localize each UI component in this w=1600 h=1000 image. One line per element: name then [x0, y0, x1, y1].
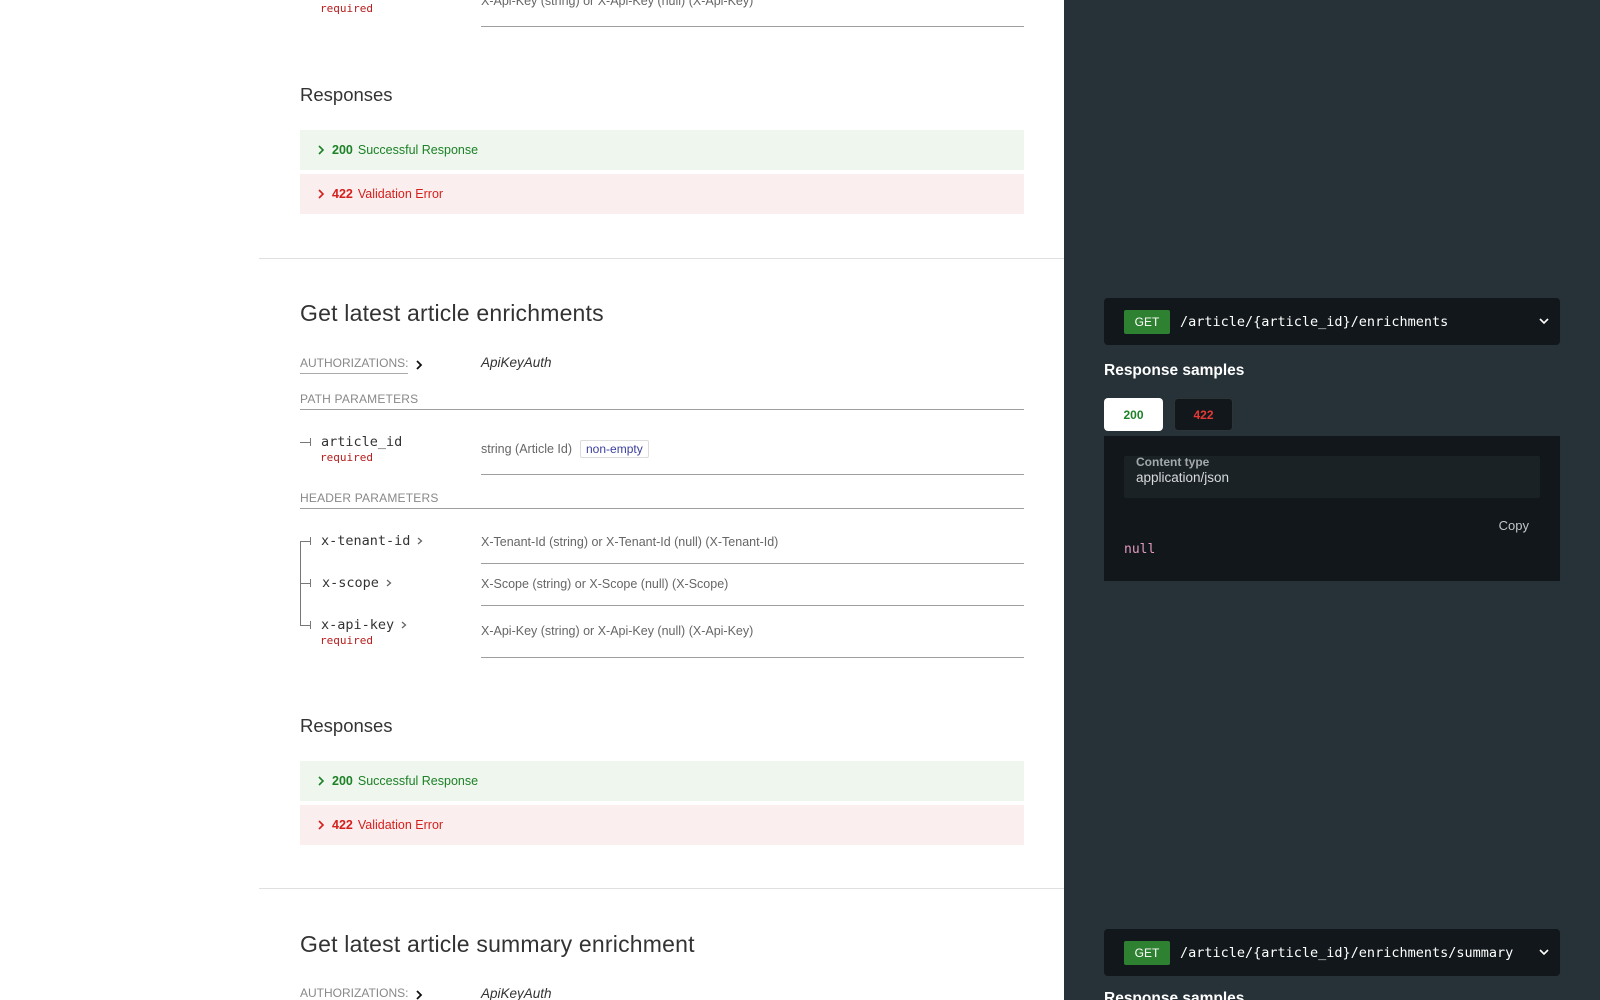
tree-connector — [300, 542, 301, 626]
required-label: required — [320, 2, 373, 15]
param-divider — [481, 474, 1024, 475]
responses-heading: Responses — [300, 84, 393, 105]
chevron-down-icon — [1538, 314, 1550, 332]
tree-connector — [310, 579, 311, 587]
endpoint-selector[interactable]: GET /article/{article_id}/enrichments/su… — [1104, 929, 1560, 976]
endpoint-selector[interactable]: GET /article/{article_id}/enrichments — [1104, 298, 1560, 345]
auth-scheme: ApiKeyAuth — [481, 355, 552, 370]
chevron-right-icon — [316, 774, 330, 788]
section-divider — [259, 888, 1064, 889]
param-name: article_id — [321, 434, 403, 450]
copy-button[interactable]: Copy — [1499, 518, 1529, 533]
operation-title: Get latest article summary enrichment — [300, 931, 695, 957]
tree-connector — [310, 537, 311, 545]
tree-connector — [300, 442, 310, 443]
param-description: X-Tenant-Id (string) or X-Tenant-Id (nul… — [481, 535, 779, 549]
responses-heading: Responses — [300, 715, 393, 736]
response-200-toggle[interactable]: 200 Successful Response — [300, 761, 1024, 801]
response-samples-title: Response samples — [1104, 362, 1245, 379]
required-label: required — [320, 634, 373, 647]
path-params-label: PATH PARAMETERS — [300, 392, 419, 406]
param-name: x-tenant-id — [321, 533, 411, 549]
response-label: Successful Response — [357, 774, 479, 788]
constraint-badge: non-empty — [580, 440, 649, 458]
chevron-right-icon — [316, 143, 330, 157]
authorizations-toggle[interactable]: AUTHORIZATIONS: — [300, 986, 424, 1000]
chevron-right-icon — [400, 620, 408, 630]
param-divider — [481, 605, 1024, 606]
chevron-right-icon — [316, 818, 330, 832]
content-type-select[interactable]: Content type application/json — [1124, 455, 1540, 498]
response-code: 200 — [332, 143, 353, 157]
param-x-scope-toggle[interactable]: x-scope — [322, 575, 393, 591]
chevron-right-icon — [414, 359, 424, 371]
section-divider — [259, 258, 1064, 259]
param-divider — [481, 26, 1024, 27]
response-label: Successful Response — [357, 143, 479, 157]
chevron-right-icon — [385, 578, 393, 588]
content-type-value: application/json — [1136, 470, 1230, 485]
chevron-right-icon — [316, 187, 330, 201]
authorizations-label: AUTHORIZATIONS: — [300, 986, 408, 1000]
authorizations-toggle[interactable]: AUTHORIZATIONS: — [300, 356, 424, 374]
param-type: string (Article Id) — [481, 442, 572, 456]
section-underline — [300, 409, 1024, 410]
param-description: X-Api-Key (string) or X-Api-Key (null) (… — [481, 0, 754, 8]
authorizations-label: AUTHORIZATIONS: — [300, 356, 409, 374]
operation-title: Get latest article enrichments — [300, 300, 604, 326]
endpoint-path: /article/{article_id}/enrichments — [1180, 313, 1449, 330]
param-description: X-Scope (string) or X-Scope (null) (X-Sc… — [481, 577, 729, 591]
param-divider — [481, 657, 1024, 658]
param-x-api-key-toggle[interactable]: x-api-key — [321, 617, 408, 633]
response-422-toggle[interactable]: 422 Validation Error — [300, 805, 1024, 845]
param-type-row: string (Article Id) non-empty — [481, 440, 649, 458]
param-name: x-scope — [322, 575, 379, 591]
http-method-badge: GET — [1124, 309, 1170, 334]
response-samples-title: Response samples — [1104, 990, 1245, 1000]
endpoint-path: /article/{article_id}/enrichments/summar… — [1180, 944, 1514, 961]
response-code: 422 — [332, 818, 353, 832]
sample-tab-422[interactable]: 422 — [1174, 398, 1233, 431]
param-name: x-api-key — [321, 617, 395, 633]
tree-connector — [300, 541, 310, 542]
http-method-badge: GET — [1124, 940, 1170, 965]
tree-connector — [310, 621, 311, 629]
section-underline — [300, 508, 1024, 509]
tree-connector — [310, 438, 311, 446]
param-x-tenant-id-toggle[interactable]: x-tenant-id — [321, 533, 424, 549]
response-label: Validation Error — [357, 187, 444, 201]
param-description: X-Api-Key (string) or X-Api-Key (null) (… — [481, 624, 754, 638]
auth-scheme: ApiKeyAuth — [481, 986, 552, 1000]
required-label: required — [320, 451, 373, 464]
param-divider — [481, 563, 1024, 564]
content-type-label: Content type — [1136, 455, 1210, 469]
tree-connector — [300, 625, 310, 626]
tree-connector — [300, 583, 310, 584]
response-422-toggle[interactable]: 422 Validation Error — [300, 174, 1024, 214]
response-code: 422 — [332, 187, 353, 201]
response-200-toggle[interactable]: 200 Successful Response — [300, 130, 1024, 170]
header-params-label: HEADER PARAMETERS — [300, 491, 439, 505]
chevron-right-icon — [416, 536, 424, 546]
response-code: 200 — [332, 774, 353, 788]
sample-json: null — [1124, 542, 1156, 557]
chevron-right-icon — [414, 989, 424, 1000]
sample-tab-200[interactable]: 200 — [1104, 398, 1163, 431]
response-sample-box: Content type application/json Copy null — [1104, 436, 1560, 581]
response-label: Validation Error — [357, 818, 444, 832]
chevron-down-icon — [1538, 945, 1550, 963]
